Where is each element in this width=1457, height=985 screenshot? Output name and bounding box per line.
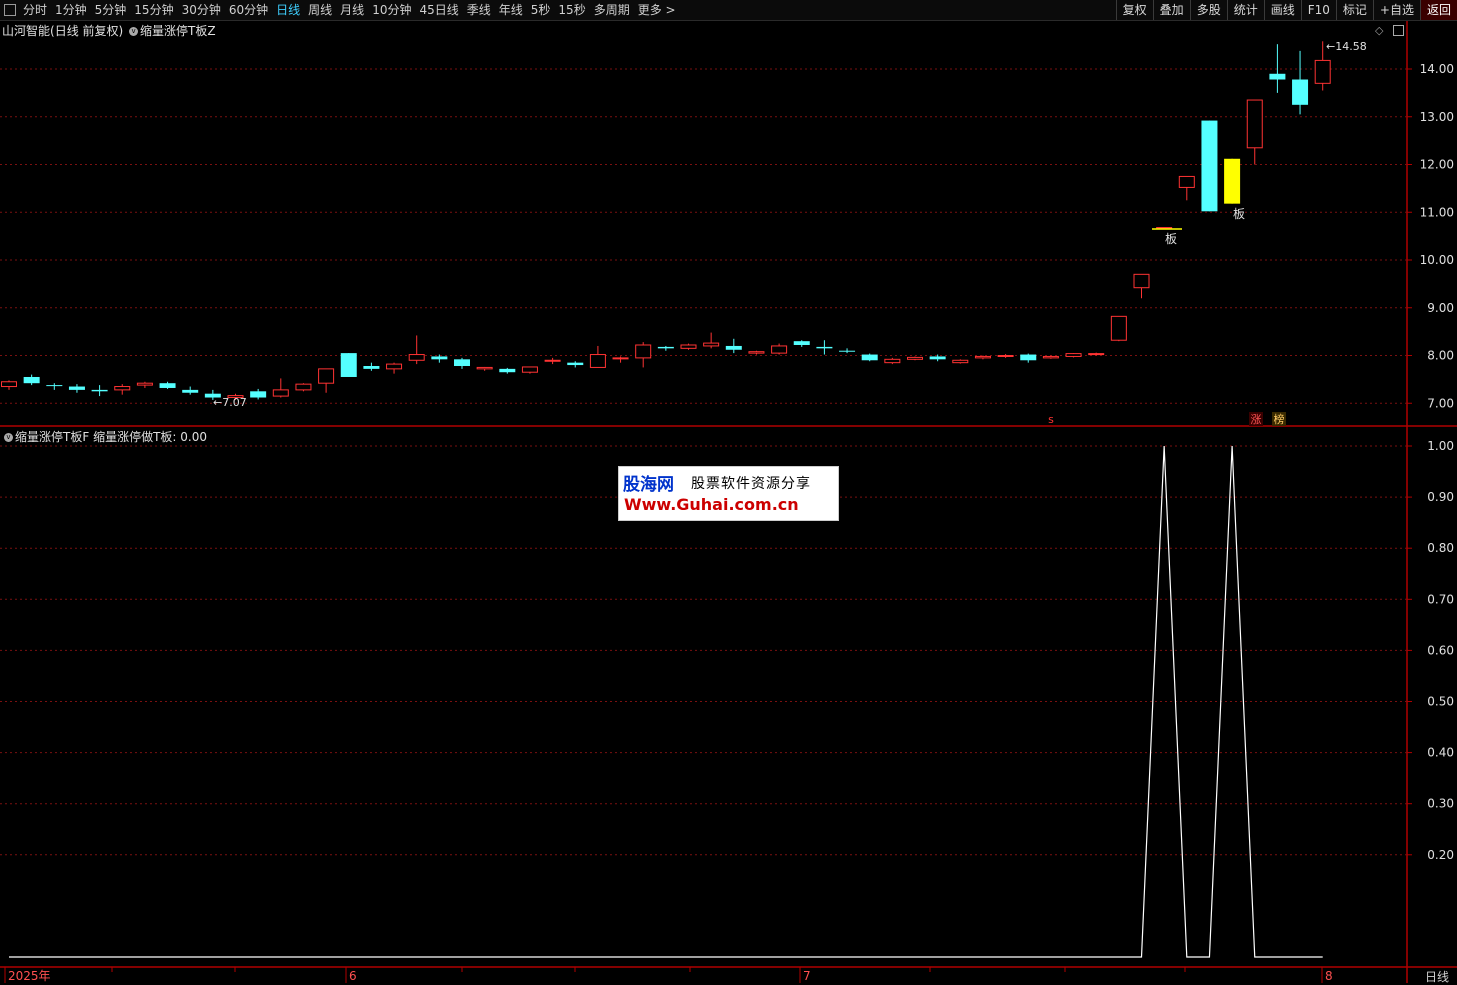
candle-body: [1088, 353, 1105, 356]
candle-body: [1, 381, 17, 388]
candle-body: [567, 362, 584, 366]
candle-body: [318, 368, 335, 384]
candle-body: [1246, 99, 1263, 149]
candle-body: [1292, 79, 1309, 105]
candle-body: [46, 385, 63, 387]
candle-body: [386, 363, 403, 370]
candle-body: [363, 366, 380, 369]
indicator-tick-label: 0.40: [1427, 746, 1454, 760]
candle-body: [997, 355, 1014, 357]
signal-marker-bang: 榜: [1274, 412, 1285, 426]
indicator-tick-label: 0.60: [1427, 643, 1454, 657]
price-tick-label: 13.00: [1420, 110, 1454, 124]
candle-body: [114, 386, 131, 391]
candle-body: [159, 383, 176, 388]
candle-body: [23, 376, 40, 384]
candle-body: [793, 341, 810, 345]
candle-body: [657, 346, 674, 349]
candle-body: [884, 358, 901, 364]
candle-body: [703, 342, 720, 347]
indicator-tick-label: 0.80: [1427, 541, 1454, 555]
candle-body: [974, 355, 991, 359]
price-tick-label: 9.00: [1427, 301, 1454, 315]
candle-body: [295, 383, 312, 391]
candle-body: [136, 382, 153, 386]
watermark-logo: 股海网 股票软件资源分享 Www.Guhai.com.cn: [618, 466, 839, 521]
candle-body: [612, 357, 629, 360]
candle-body: [952, 359, 969, 364]
price-tick-label: 8.00: [1427, 349, 1454, 363]
signal-marker-s: s: [1048, 413, 1054, 426]
candle-body: [499, 368, 516, 373]
candle-body: [272, 389, 289, 397]
candle-body: [861, 354, 878, 361]
candle-body: [476, 366, 493, 370]
candle-body: [1269, 73, 1286, 80]
candle-body: [1224, 158, 1241, 204]
candle-body: [1065, 353, 1082, 357]
candle-body: [1020, 354, 1037, 361]
candle-body: [431, 356, 448, 360]
candle-body: [250, 391, 267, 398]
candle-body: [340, 353, 357, 377]
indicator-tick-label: 0.50: [1427, 695, 1454, 709]
candle-body: [839, 350, 856, 352]
candle-body: [680, 344, 697, 349]
x-axis-label: 8: [1325, 969, 1333, 983]
candle-body: [182, 389, 199, 393]
candle-body: [408, 354, 425, 361]
candle-body: [771, 345, 788, 354]
candle-body: [68, 386, 85, 390]
candle-body: [907, 356, 923, 360]
price-tick-label: 10.00: [1420, 253, 1454, 267]
candle-body: [816, 346, 833, 349]
indicator-tick-label: 1.00: [1427, 439, 1454, 453]
x-axis-label: 6: [349, 969, 357, 983]
candle-body: [748, 351, 765, 354]
candle-body: [725, 345, 742, 350]
candle-body: [635, 344, 652, 359]
candle-body: [1110, 315, 1127, 341]
watermark-slogan: 股票软件资源分享: [691, 476, 811, 492]
watermark-url: Www.Guhai.com.cn: [624, 495, 799, 514]
indicator-tick-label: 0.90: [1427, 490, 1454, 504]
indicator-tick-label: 0.70: [1427, 592, 1454, 606]
watermark-brand: 股海网: [623, 475, 674, 495]
price-tick-label: 14.00: [1420, 62, 1454, 76]
indicator-tick-label: 0.20: [1427, 848, 1454, 862]
candle-body: [929, 356, 946, 360]
x-axis-label: 2025年: [8, 969, 51, 983]
candle-body: [589, 354, 606, 368]
candle-body: [544, 359, 561, 362]
candle-body: [1042, 355, 1059, 359]
low-price-label: ←7.07: [213, 396, 247, 409]
signal-marker-zhang: 涨: [1251, 413, 1262, 426]
price-tick-label: 11.00: [1420, 205, 1454, 219]
indicator-tick-label: 0.30: [1427, 797, 1454, 811]
candle-body: [1314, 59, 1331, 84]
ban-label: 板: [1165, 232, 1177, 246]
high-price-label: ←14.58: [1326, 40, 1367, 53]
period-label: 日线: [1424, 970, 1449, 984]
candle-body: [454, 359, 470, 367]
candle-body: [1201, 120, 1218, 212]
candle-body: [1178, 175, 1195, 188]
candle-body: [521, 366, 538, 373]
ban-label: 板: [1233, 207, 1245, 221]
candle-body: [91, 389, 108, 392]
price-tick-label: 7.00: [1427, 396, 1454, 410]
x-axis-label: 7: [803, 969, 811, 983]
price-tick-label: 12.00: [1420, 158, 1454, 172]
candle-body: [1133, 273, 1150, 289]
